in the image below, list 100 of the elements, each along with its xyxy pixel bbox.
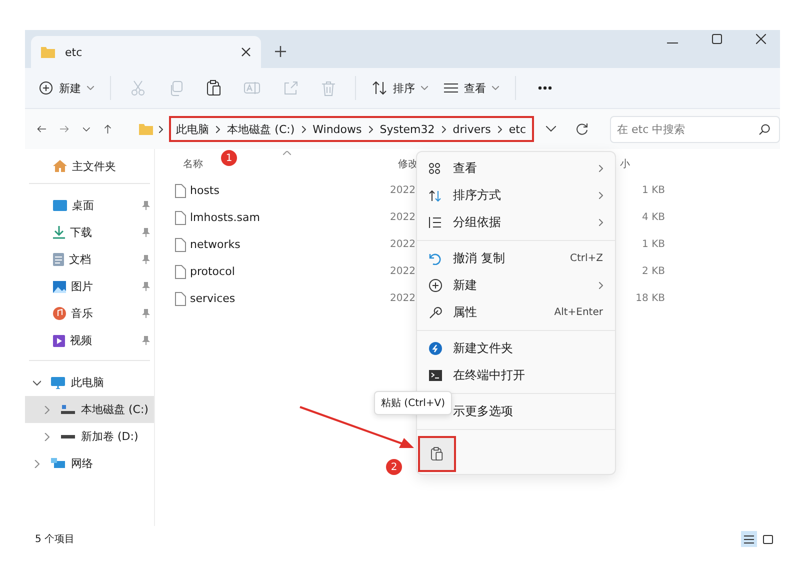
chevron-right-icon bbox=[599, 192, 603, 199]
breadcrumb[interactable]: 此电脑 bbox=[176, 122, 210, 136]
file-icon bbox=[175, 210, 186, 224]
caret-icon bbox=[87, 86, 94, 90]
table-cell: 2022 bbox=[390, 185, 416, 196]
home-icon bbox=[53, 160, 67, 172]
file-name[interactable]: protocol bbox=[190, 265, 235, 278]
tree-item[interactable]: 网络 bbox=[25, 450, 154, 477]
up-arrow-icon[interactable] bbox=[104, 123, 112, 135]
breadcrumb[interactable]: Windows bbox=[312, 122, 362, 136]
sidebar-item[interactable]: 音乐 bbox=[53, 306, 93, 321]
plus-circle-icon bbox=[429, 279, 442, 292]
tree-item[interactable]: 此电脑 bbox=[25, 369, 154, 396]
details-view-button[interactable] bbox=[741, 531, 757, 547]
shortcut-label: Alt+Enter bbox=[554, 307, 603, 318]
sidebar-item[interactable]: 视频 bbox=[53, 333, 92, 348]
lines-icon bbox=[444, 83, 458, 93]
menu-item[interactable]: 新建文件夹 bbox=[417, 335, 615, 362]
sort-button[interactable]: 排序 bbox=[366, 76, 434, 100]
file-name[interactable]: hosts bbox=[190, 184, 220, 197]
refresh-icon[interactable] bbox=[576, 123, 588, 135]
sidebar-item[interactable]: 主文件夹 bbox=[25, 155, 116, 177]
pin-icon[interactable] bbox=[142, 255, 150, 264]
sidebar-item[interactable]: 下载 bbox=[53, 225, 92, 240]
close-icon[interactable] bbox=[756, 34, 766, 44]
breadcrumb[interactable]: System32 bbox=[380, 122, 435, 136]
grid-icon bbox=[429, 163, 440, 174]
menu-item[interactable]: 分组依据 bbox=[417, 209, 615, 236]
minimize-icon[interactable] bbox=[667, 42, 678, 44]
tree-item[interactable]: 本地磁盘 (C:) bbox=[25, 396, 154, 423]
sidebar-item[interactable]: 图片 bbox=[53, 279, 93, 294]
file-name[interactable]: services bbox=[190, 292, 236, 305]
tree-item[interactable]: 新加卷 (D:) bbox=[25, 423, 154, 450]
caret-icon bbox=[421, 86, 428, 90]
sidebar-item[interactable]: 桌面 bbox=[53, 198, 94, 213]
clipboard-icon bbox=[431, 447, 443, 461]
chevron-right-icon[interactable] bbox=[43, 406, 51, 414]
column-header[interactable]: 名称 bbox=[175, 157, 203, 171]
table-cell: 1 KB bbox=[642, 185, 665, 196]
square-icon bbox=[763, 534, 773, 544]
table-cell: 4 KB bbox=[642, 212, 665, 223]
address-bar[interactable]: 此电脑 本地磁盘 (C:) Windows System32 drivers etc bbox=[131, 115, 596, 143]
table-cell: 2022 bbox=[390, 239, 416, 250]
breadcrumb[interactable]: 本地磁盘 (C:) bbox=[227, 122, 295, 136]
new-button[interactable]: 新建 bbox=[33, 76, 100, 100]
file-name[interactable]: networks bbox=[190, 238, 240, 251]
document-icon bbox=[53, 253, 64, 266]
chevron-down-icon[interactable] bbox=[82, 126, 90, 132]
column-header[interactable]: 小 bbox=[620, 157, 630, 171]
chevron-right-icon[interactable] bbox=[43, 432, 51, 440]
menu-item[interactable]: 新建 bbox=[417, 272, 615, 299]
file-icon bbox=[175, 238, 186, 252]
pin-icon[interactable] bbox=[142, 228, 150, 237]
shortcut-label: Ctrl+Z bbox=[570, 253, 603, 264]
back-icon[interactable] bbox=[37, 124, 46, 134]
menu-item[interactable]: 排序方式 bbox=[417, 182, 615, 209]
menu-item[interactable]: 在终端中打开 bbox=[417, 362, 615, 389]
clipboard-icon[interactable] bbox=[207, 80, 221, 96]
plus-circle-icon bbox=[39, 81, 53, 95]
file-icon bbox=[175, 184, 186, 198]
tab-title: etc bbox=[65, 46, 84, 58]
close-icon[interactable] bbox=[241, 47, 251, 57]
undo-icon bbox=[429, 252, 441, 264]
file-name[interactable]: lmhosts.sam bbox=[190, 211, 260, 224]
view-button[interactable]: 查看 bbox=[438, 76, 505, 100]
menu-item[interactable]: 属性 Alt+Enter bbox=[417, 299, 615, 326]
network-icon bbox=[51, 458, 65, 470]
chevron-right-icon bbox=[599, 219, 603, 226]
sort-icon bbox=[372, 81, 387, 95]
chevron-right-icon bbox=[599, 165, 603, 172]
chevron-right-icon bbox=[159, 126, 164, 132]
chevron-right-icon[interactable] bbox=[33, 460, 41, 468]
breadcrumb[interactable]: etc bbox=[508, 122, 526, 136]
maximize-icon[interactable] bbox=[712, 34, 722, 44]
breadcrumb[interactable]: drivers bbox=[452, 122, 491, 136]
folder-icon bbox=[41, 46, 55, 58]
picture-icon bbox=[53, 280, 66, 292]
pin-icon[interactable] bbox=[142, 201, 150, 210]
more-icon[interactable] bbox=[538, 86, 552, 90]
chevron-down-icon[interactable] bbox=[33, 378, 41, 386]
list-icon bbox=[429, 217, 441, 228]
terminal-icon bbox=[429, 370, 442, 381]
item-count: 5 个项目 bbox=[35, 533, 75, 546]
menu-item[interactable]: 撤消 复制 Ctrl+Z bbox=[417, 245, 615, 272]
search-field[interactable]: 在 etc 中搜索 bbox=[610, 116, 780, 142]
pin-icon[interactable] bbox=[142, 336, 150, 345]
forward-icon[interactable] bbox=[60, 124, 69, 134]
chevron-down-icon[interactable] bbox=[546, 126, 556, 132]
chevron-right-icon bbox=[599, 282, 603, 289]
sidebar-item[interactable]: 文档 bbox=[53, 252, 91, 267]
table-cell: 18 KB bbox=[636, 293, 665, 304]
paste-button[interactable] bbox=[418, 436, 456, 472]
table-cell: 2022 bbox=[390, 293, 416, 304]
pin-icon[interactable] bbox=[142, 309, 150, 318]
menu-item[interactable]: 查看 bbox=[417, 155, 615, 182]
download-icon bbox=[53, 226, 65, 239]
pin-icon[interactable] bbox=[142, 282, 150, 291]
tab[interactable]: etc bbox=[31, 36, 261, 68]
sort-caret-icon bbox=[283, 151, 291, 155]
new-tab-icon[interactable] bbox=[275, 46, 286, 57]
